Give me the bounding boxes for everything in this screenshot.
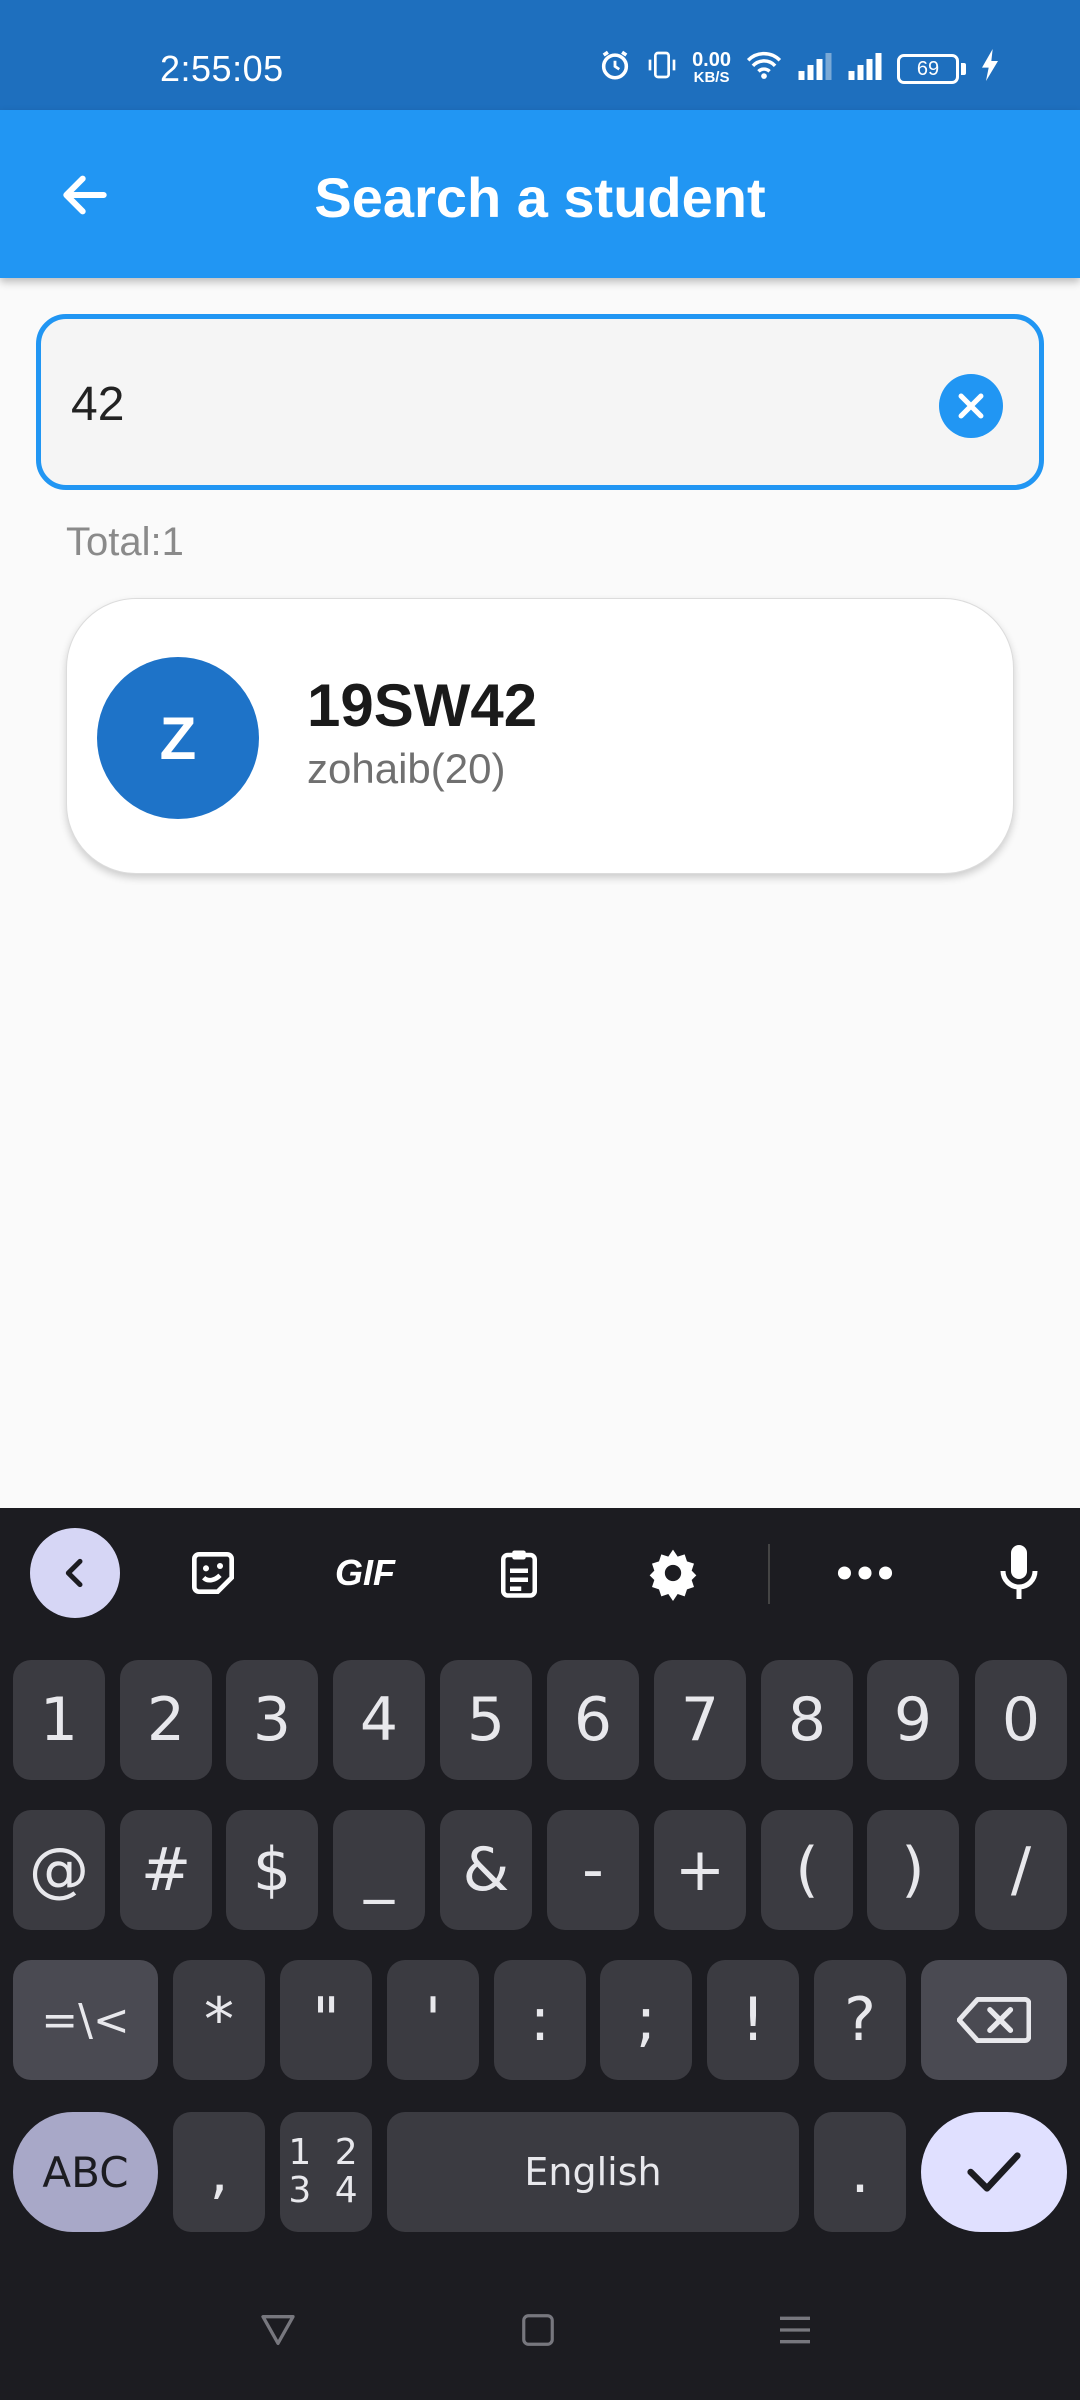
more-horizontal-icon — [837, 1566, 893, 1580]
keyboard-collapse-button[interactable] — [30, 1528, 120, 1618]
clear-search-button[interactable] — [939, 374, 1003, 438]
space-key[interactable]: English — [387, 2112, 799, 2232]
key-plus[interactable]: + — [654, 1810, 746, 1930]
key-underscore[interactable]: _ — [333, 1810, 425, 1930]
key-question[interactable]: ? — [814, 1960, 906, 2080]
gif-button[interactable]: GIF — [320, 1528, 410, 1618]
student-card[interactable]: Z 19SW42 zohaib(20) — [66, 598, 1014, 874]
settings-button[interactable] — [628, 1528, 718, 1618]
numpad-key-top: 1 2 — [288, 2132, 364, 2173]
key-1[interactable]: 1 — [13, 1660, 105, 1780]
alarm-icon — [598, 48, 632, 90]
charging-icon — [980, 49, 1000, 89]
system-nav-bar — [0, 2260, 1080, 2400]
key-7[interactable]: 7 — [654, 1660, 746, 1780]
key-asterisk[interactable]: * — [173, 1960, 265, 2080]
numpad-key-bottom: 3 4 — [288, 2170, 364, 2211]
key-2[interactable]: 2 — [120, 1660, 212, 1780]
key-semicolon[interactable]: ; — [600, 1960, 692, 2080]
key-dollar[interactable]: $ — [226, 1810, 318, 1930]
triangle-back-icon — [261, 2315, 295, 2345]
sticker-button[interactable] — [168, 1528, 258, 1618]
key-8[interactable]: 8 — [761, 1660, 853, 1780]
done-key[interactable] — [921, 2112, 1067, 2232]
abc-key[interactable]: ABC — [13, 2112, 158, 2232]
square-home-icon — [522, 2314, 554, 2346]
clipboard-button[interactable] — [474, 1528, 564, 1618]
voice-input-button[interactable] — [974, 1528, 1064, 1618]
gear-icon — [649, 1549, 697, 1601]
key-0[interactable]: 0 — [975, 1660, 1067, 1780]
numpad-key-label: 1 2 3 4 — [288, 2134, 363, 2210]
app-bar: Search a student — [0, 110, 1080, 278]
wifi-icon — [745, 49, 783, 89]
nav-back-button[interactable] — [248, 2300, 308, 2360]
checkmark-icon — [967, 2152, 1021, 2192]
numpad-key[interactable]: 1 2 3 4 — [280, 2112, 372, 2232]
network-speed: 0.00 KB/S — [692, 49, 731, 87]
key-single-quote[interactable]: ' — [387, 1960, 479, 2080]
key-slash[interactable]: / — [975, 1810, 1067, 1930]
status-bar: 2:55:05 0.00 KB/S 69 — [0, 0, 1080, 110]
key-5[interactable]: 5 — [440, 1660, 532, 1780]
menu-recents-icon — [780, 2316, 810, 2344]
backspace-key[interactable] — [921, 1960, 1067, 2080]
key-hash[interactable]: # — [120, 1810, 212, 1930]
signal-icon-1 — [797, 50, 833, 88]
results-total: Total:1 — [66, 520, 184, 564]
more-button[interactable] — [820, 1528, 910, 1618]
key-close-paren[interactable]: ) — [867, 1810, 959, 1930]
backspace-icon — [957, 1996, 1031, 2044]
key-ampersand[interactable]: & — [440, 1810, 532, 1930]
key-comma[interactable]: , — [173, 2112, 265, 2232]
page-title: Search a student — [314, 166, 766, 229]
student-roll-number: 19SW42 — [307, 672, 538, 739]
clipboard-icon — [501, 1550, 537, 1598]
sticker-icon — [192, 1552, 234, 1594]
toolbar-divider — [768, 1544, 770, 1604]
status-icons: 0.00 KB/S 69 — [598, 48, 1000, 90]
search-box — [36, 314, 1044, 490]
chevron-left-icon — [65, 1558, 83, 1588]
key-6[interactable]: 6 — [547, 1660, 639, 1780]
nav-recents-button[interactable] — [765, 2300, 825, 2360]
key-3[interactable]: 3 — [226, 1660, 318, 1780]
key-more-symbols[interactable]: =\< — [13, 1960, 158, 2080]
vibrate-icon — [646, 49, 678, 89]
key-double-quote[interactable]: " — [280, 1960, 372, 2080]
network-speed-unit: KB/S — [693, 69, 730, 86]
student-name: zohaib(20) — [307, 745, 506, 792]
key-open-paren[interactable]: ( — [761, 1810, 853, 1930]
nav-home-button[interactable] — [508, 2300, 568, 2360]
network-speed-value: 0.00 — [692, 49, 731, 71]
signal-icon-2 — [847, 50, 883, 88]
battery-icon: 69 — [897, 54, 966, 84]
key-4[interactable]: 4 — [333, 1660, 425, 1780]
avatar: Z — [97, 657, 259, 819]
search-input[interactable] — [71, 364, 931, 444]
key-at[interactable]: @ — [13, 1810, 105, 1930]
key-colon[interactable]: : — [494, 1960, 586, 2080]
key-exclamation[interactable]: ! — [707, 1960, 799, 2080]
key-period[interactable]: . — [814, 2112, 906, 2232]
close-icon — [958, 393, 984, 419]
microphone-icon — [1000, 1545, 1038, 1599]
key-minus[interactable]: - — [547, 1810, 639, 1930]
key-9[interactable]: 9 — [867, 1660, 959, 1780]
keyboard-toolbar: GIF — [0, 1508, 1080, 1648]
status-time: 2:55:05 — [160, 48, 284, 89]
battery-level: 69 — [897, 54, 959, 84]
